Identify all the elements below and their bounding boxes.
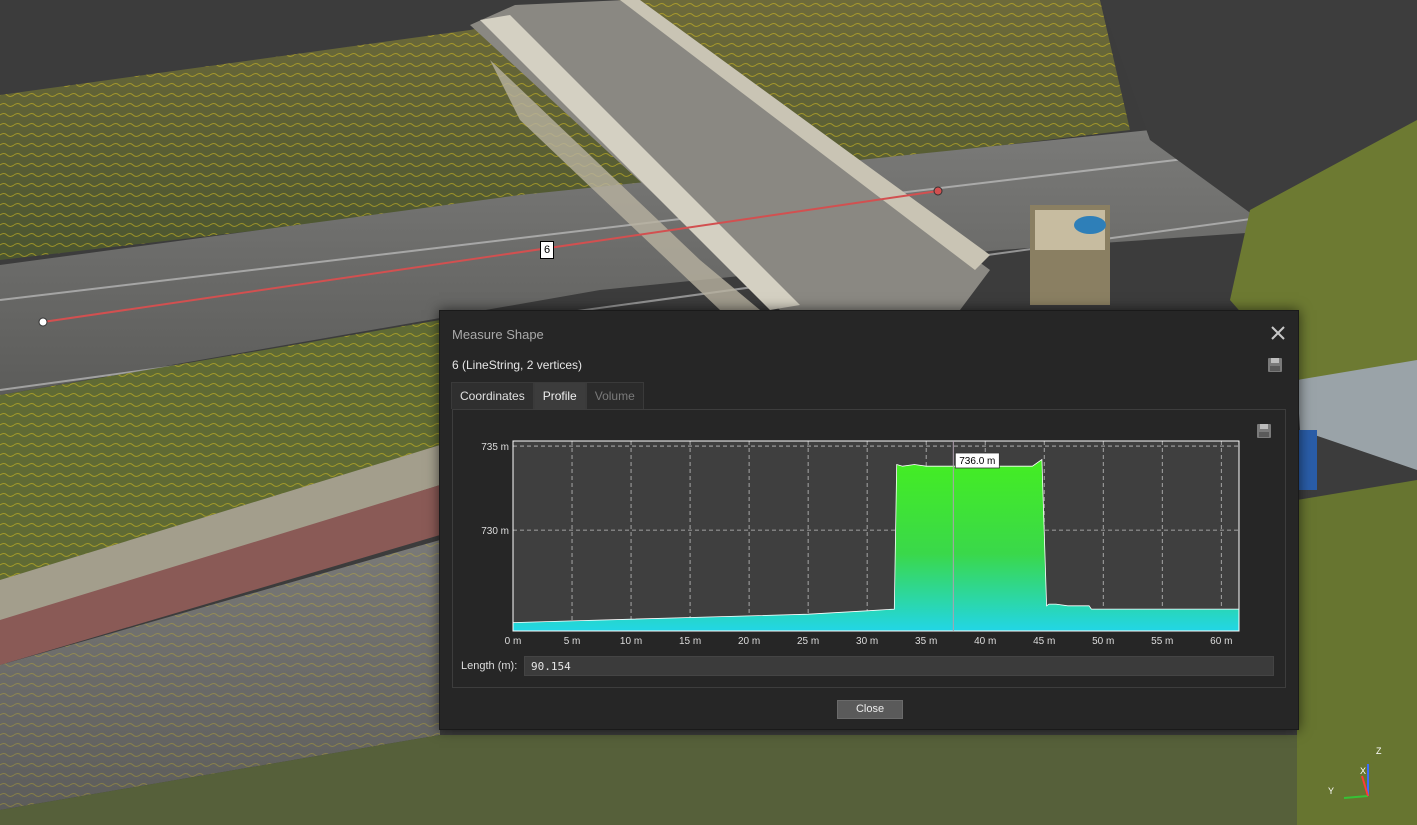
length-value-field[interactable]: 90.154 [524,656,1274,676]
axis-gizmo-icon: Z Y X [1328,746,1382,799]
y-tick-label: 735 m [481,442,509,453]
x-tick-label: 20 m [738,636,760,647]
tab-volume: Volume [585,382,644,409]
x-tick-label: 50 m [1092,636,1114,647]
x-tick-label: 30 m [856,636,878,647]
measure-vertex[interactable] [933,186,943,196]
x-tick-label: 40 m [974,636,996,647]
measure-shape-dialog: Measure Shape 6 (LineString, 2 vertices)… [439,310,1299,730]
x-tick-label: 10 m [620,636,642,647]
y-tick-label: 730 m [481,526,509,537]
shape-description: 6 (LineString, 2 vertices) [452,358,583,372]
close-button[interactable]: Close [837,700,903,719]
length-label: Length (m): [461,660,518,672]
x-tick-label: 25 m [797,636,819,647]
tab-coordinates[interactable]: Coordinates [451,382,534,409]
tab-profile[interactable]: Profile [533,382,586,409]
x-tick-label: 15 m [679,636,701,647]
measure-marker-label[interactable]: 6 [540,241,554,259]
profile-panel: 0 m 5 m 10 m 15 m 20 m 25 m 30 m 35 m 40 m 45 m 50… [452,409,1286,688]
elevation-profile-chart[interactable]: 0 m 5 m 10 m 15 m 20 m 25 m 30 m 35 m 40 m 45 m 50… [453,410,1285,650]
svg-text:X: X [1360,766,1366,776]
x-tick-label: 45 m [1033,636,1055,647]
x-tick-label: 35 m [915,636,937,647]
x-tick-label: 5 m [564,636,581,647]
plot-area [512,440,1240,632]
tooltip-label: 736.0 m [959,456,995,467]
svg-text:Y: Y [1328,786,1334,796]
measure-vertex[interactable] [38,317,48,327]
svg-text:Z: Z [1376,746,1382,756]
close-icon[interactable] [1268,323,1288,343]
save-icon[interactable] [1267,357,1283,373]
dialog-title: Measure Shape [452,327,544,342]
x-tick-label: 60 m [1210,636,1232,647]
length-row: Length (m): 90.154 [461,656,1277,678]
tab-bar: Coordinates Profile Volume [451,382,644,409]
x-tick-label: 55 m [1151,636,1173,647]
x-tick-label: 0 m [505,636,522,647]
